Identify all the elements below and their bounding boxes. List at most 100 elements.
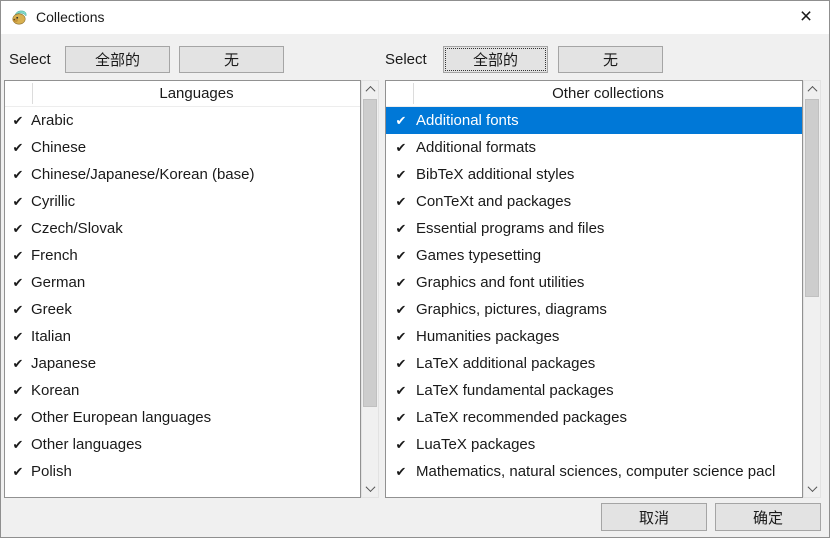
close-icon[interactable]: × <box>783 1 829 33</box>
collections-dialog: Collections × Select 全部的 无 Select 全部的 无 … <box>0 0 830 538</box>
check-icon: ✔ <box>5 194 31 210</box>
check-icon: ✔ <box>5 140 31 156</box>
list-item[interactable]: ✔ French <box>5 242 360 269</box>
list-item-label: Other European languages <box>31 409 211 426</box>
languages-column-header[interactable]: Languages <box>5 81 360 107</box>
check-icon: ✔ <box>5 356 31 372</box>
list-item[interactable]: ✔ Additional formats <box>386 134 802 161</box>
list-item[interactable]: ✔ Additional fonts <box>386 107 802 134</box>
check-icon: ✔ <box>386 194 416 210</box>
list-item-label: Chinese <box>31 139 86 156</box>
list-item[interactable]: ✔ Italian <box>5 323 360 350</box>
list-item[interactable]: ✔ Games typesetting <box>386 242 802 269</box>
check-icon: ✔ <box>386 248 416 264</box>
languages-scrollbar[interactable] <box>361 80 379 498</box>
list-item[interactable]: ✔ Other European languages <box>5 404 360 431</box>
check-icon: ✔ <box>386 113 416 129</box>
select-all-button-left[interactable]: 全部的 <box>65 46 170 73</box>
check-icon: ✔ <box>386 329 416 345</box>
list-item-label: LaTeX recommended packages <box>416 409 627 426</box>
window-title: Collections <box>36 1 104 34</box>
list-item[interactable]: ✔ LaTeX fundamental packages <box>386 377 802 404</box>
check-icon: ✔ <box>5 383 31 399</box>
scrollbar-thumb[interactable] <box>805 99 819 297</box>
ok-button[interactable]: 确定 <box>715 503 821 531</box>
scroll-down-icon[interactable] <box>804 480 820 497</box>
list-item-label: Additional fonts <box>416 112 519 129</box>
check-icon: ✔ <box>386 275 416 291</box>
list-item-label: Cyrillic <box>31 193 75 210</box>
check-icon: ✔ <box>5 464 31 480</box>
title-bar: Collections × <box>1 1 829 34</box>
list-item[interactable]: ✔ Polish <box>5 458 360 485</box>
list-item[interactable]: ✔ ConTeXt and packages <box>386 188 802 215</box>
check-icon: ✔ <box>386 221 416 237</box>
list-item-label: Other languages <box>31 436 142 453</box>
list-item-label: Czech/Slovak <box>31 220 123 237</box>
list-item[interactable]: ✔ Cyrillic <box>5 188 360 215</box>
check-icon: ✔ <box>386 383 416 399</box>
list-item[interactable]: ✔ LuaTeX packages <box>386 431 802 458</box>
list-item[interactable]: ✔ Japanese <box>5 350 360 377</box>
list-item-label: Arabic <box>31 112 74 129</box>
select-label-left: Select <box>9 46 51 73</box>
list-item-label: Games typesetting <box>416 247 541 264</box>
list-item[interactable]: ✔ Essential programs and files <box>386 215 802 242</box>
check-icon: ✔ <box>386 437 416 453</box>
list-item[interactable]: ✔ BibTeX additional styles <box>386 161 802 188</box>
list-item-label: German <box>31 274 85 291</box>
scroll-up-icon[interactable] <box>362 81 378 98</box>
select-none-button-right[interactable]: 无 <box>558 46 663 73</box>
check-icon: ✔ <box>5 302 31 318</box>
list-item[interactable]: ✔ Arabic <box>5 107 360 134</box>
list-item[interactable]: ✔ Graphics and font utilities <box>386 269 802 296</box>
list-item-label: Chinese/Japanese/Korean (base) <box>31 166 254 183</box>
list-item-label: Greek <box>31 301 72 318</box>
check-icon: ✔ <box>386 302 416 318</box>
list-item[interactable]: ✔ Czech/Slovak <box>5 215 360 242</box>
scroll-down-icon[interactable] <box>362 480 378 497</box>
list-item[interactable]: ✔ Greek <box>5 296 360 323</box>
select-none-button-left[interactable]: 无 <box>179 46 284 73</box>
other-collections-column-header[interactable]: Other collections <box>386 81 802 107</box>
list-item-label: Essential programs and files <box>416 220 604 237</box>
list-item[interactable]: ✔ Other languages <box>5 431 360 458</box>
list-item[interactable]: ✔ LaTeX additional packages <box>386 350 802 377</box>
list-item[interactable]: ✔ Chinese <box>5 134 360 161</box>
check-icon: ✔ <box>386 140 416 156</box>
other-collections-scrollbar[interactable] <box>803 80 821 498</box>
scroll-up-icon[interactable] <box>804 81 820 98</box>
list-item[interactable]: ✔ German <box>5 269 360 296</box>
list-item-label: Graphics and font utilities <box>416 274 584 291</box>
texlive-lion-icon <box>11 9 28 26</box>
list-item[interactable]: ✔ Humanities packages <box>386 323 802 350</box>
list-item-label: French <box>31 247 78 264</box>
list-item[interactable]: ✔ LaTeX recommended packages <box>386 404 802 431</box>
check-icon: ✔ <box>5 248 31 264</box>
list-item[interactable]: ✔ Mathematics, natural sciences, compute… <box>386 458 802 485</box>
list-item-label: Japanese <box>31 355 96 372</box>
list-item-label: BibTeX additional styles <box>416 166 574 183</box>
list-item-label: Additional formats <box>416 139 536 156</box>
check-icon: ✔ <box>5 167 31 183</box>
select-all-button-right[interactable]: 全部的 <box>443 46 548 73</box>
check-icon: ✔ <box>386 167 416 183</box>
cancel-button[interactable]: 取消 <box>601 503 707 531</box>
list-item-label: Mathematics, natural sciences, computer … <box>416 463 775 480</box>
list-item-label: Korean <box>31 382 79 399</box>
list-item[interactable]: ✔ Korean <box>5 377 360 404</box>
list-item[interactable]: ✔ Graphics, pictures, diagrams <box>386 296 802 323</box>
list-item-label: Humanities packages <box>416 328 559 345</box>
list-item[interactable]: ✔ Chinese/Japanese/Korean (base) <box>5 161 360 188</box>
scrollbar-thumb[interactable] <box>363 99 377 407</box>
list-item-label: LaTeX additional packages <box>416 355 595 372</box>
list-item-label: Polish <box>31 463 72 480</box>
languages-rows: ✔ Arabic ✔ Chinese ✔ Chinese/Japanese/Ko… <box>5 107 360 485</box>
list-item-label: Italian <box>31 328 71 345</box>
other-collections-rows: ✔ Additional fonts ✔ Additional formats … <box>386 107 802 485</box>
check-icon: ✔ <box>5 113 31 129</box>
check-icon: ✔ <box>5 329 31 345</box>
list-item-label: ConTeXt and packages <box>416 193 571 210</box>
check-icon: ✔ <box>386 410 416 426</box>
list-item-label: Graphics, pictures, diagrams <box>416 301 607 318</box>
